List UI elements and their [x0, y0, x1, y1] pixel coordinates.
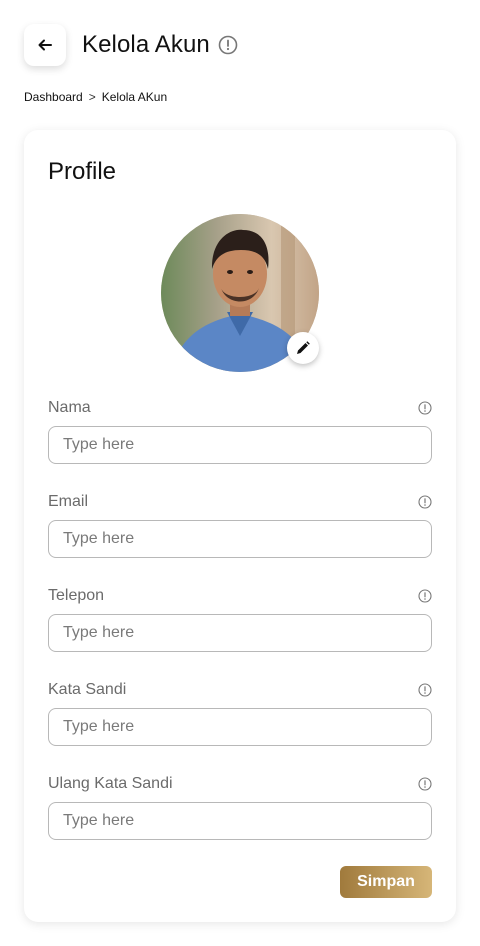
info-circle-icon[interactable] [418, 683, 432, 697]
field-label: Telepon [48, 587, 105, 604]
info-circle-icon[interactable] [418, 401, 432, 415]
page-title: Kelola Akun [82, 31, 210, 58]
page-header: Kelola Akun [24, 24, 238, 66]
info-circle-icon[interactable] [218, 35, 238, 55]
info-circle-icon[interactable] [418, 589, 432, 603]
field-label: Email [48, 493, 89, 510]
email-input[interactable] [48, 520, 432, 558]
field-kata-sandi: Kata Sandi [48, 680, 432, 746]
phone-input[interactable] [48, 614, 432, 652]
pencil-icon [297, 341, 310, 354]
field-ulang-kata-sandi: Ulang Kata Sandi [48, 774, 432, 840]
field-label: Nama [48, 399, 91, 416]
breadcrumb: Dashboard > Kelola AKun [24, 90, 167, 104]
arrow-left-icon [38, 39, 52, 51]
confirm-password-input[interactable] [48, 802, 432, 840]
breadcrumb-separator: > [88, 90, 96, 104]
back-button[interactable] [24, 24, 66, 66]
name-input[interactable] [48, 426, 432, 464]
field-nama: Nama [48, 398, 432, 464]
password-input[interactable] [48, 708, 432, 746]
edit-avatar-button[interactable] [287, 332, 319, 364]
field-email: Email [48, 492, 432, 558]
info-circle-icon[interactable] [418, 777, 432, 791]
breadcrumb-current: Kelola AKun [101, 90, 168, 104]
field-telepon: Telepon [48, 586, 432, 652]
field-label: Kata Sandi [48, 681, 127, 698]
field-label: Ulang Kata Sandi [48, 775, 173, 792]
profile-card: Profile Nama Type here Email Type here T… [24, 130, 456, 922]
info-circle-icon[interactable] [418, 495, 432, 509]
avatar-container [161, 214, 319, 372]
card-title: Profile [48, 158, 117, 185]
save-button[interactable]: Simpan [340, 866, 432, 898]
breadcrumb-dashboard[interactable]: Dashboard [24, 90, 83, 104]
